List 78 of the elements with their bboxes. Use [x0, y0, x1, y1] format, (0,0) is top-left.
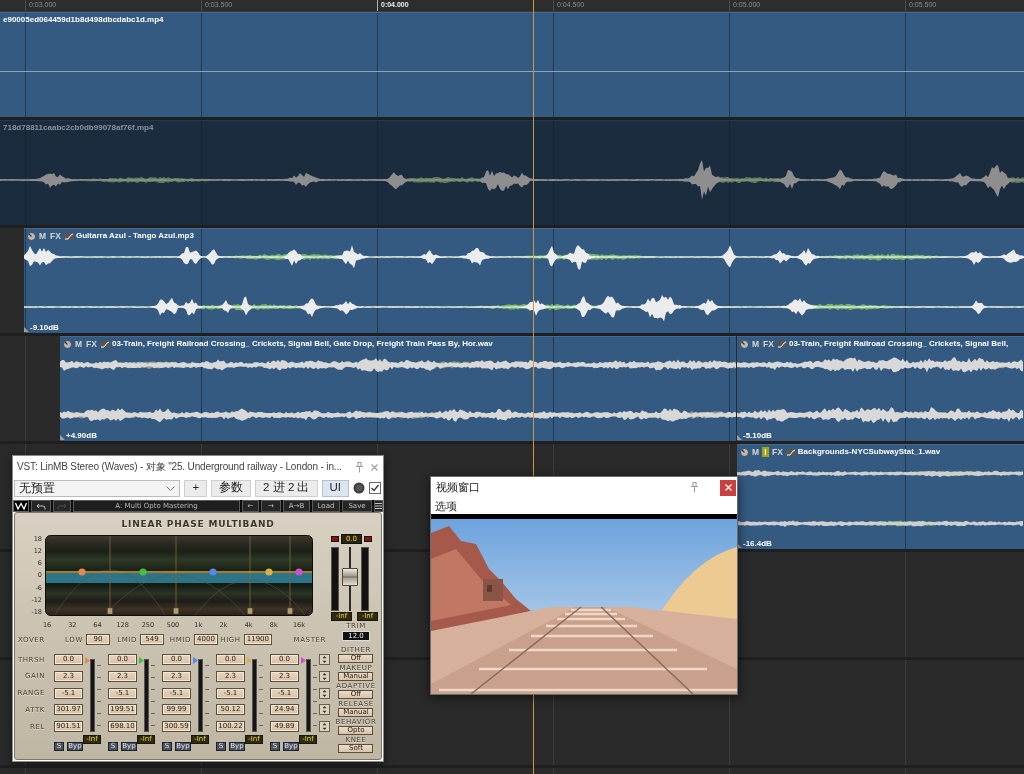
menu-icon	[375, 503, 382, 509]
fader-track[interactable]	[342, 547, 358, 611]
clip-indicator-icon	[331, 536, 339, 542]
crossover-handle[interactable]	[287, 607, 293, 615]
clip-title: Guitarra Azul - Tango Azul.mp3	[75, 231, 194, 241]
clip-title: Backgrounds-NYCSubwayStat_1.wav	[797, 447, 941, 457]
threshold-marker-icon[interactable]	[139, 657, 144, 664]
window-title: 视频窗口	[436, 480, 480, 495]
volume-envelope-icon[interactable]	[99, 340, 110, 348]
undo-icon	[36, 502, 46, 510]
fader-thumb[interactable]	[342, 567, 358, 586]
volume-envelope-icon[interactable]	[785, 448, 796, 456]
clip-toggle-button[interactable]: FX	[762, 339, 775, 349]
clip-toggle-button[interactable]: FX	[85, 339, 98, 349]
volume-envelope-icon[interactable]	[63, 232, 74, 240]
stepper-icon[interactable]	[319, 721, 330, 732]
toolbar-button[interactable]: +	[184, 479, 208, 497]
gain-label: -9.10dB	[30, 323, 59, 332]
clip-title: 718d78811caabc2cb0db99078af76f.mp4	[3, 123, 154, 133]
band-handle[interactable]	[78, 568, 86, 576]
clip-toggle-button[interactable]: FX	[770, 447, 784, 457]
clip-toggle-button[interactable]: M	[751, 447, 761, 457]
level-meter	[361, 547, 369, 611]
band-handle[interactable]	[295, 568, 303, 576]
volume-envelope-icon[interactable]	[776, 340, 787, 348]
toolbar-button[interactable]: 2 进 2 出	[255, 479, 318, 497]
redo-icon	[57, 502, 67, 510]
window-title: VST: LinMB Stereo (Waves) - 对象 "25. Underground railway - London - in...	[17, 460, 342, 474]
stepper-icon[interactable]	[319, 687, 330, 699]
gain-label: -5.10dB	[743, 431, 772, 440]
pin-icon[interactable]	[355, 461, 364, 473]
threshold-marker-icon[interactable]	[247, 657, 252, 664]
audio-clip[interactable]: M ! FX Backgrounds-NYCSubwayStat_1.wav -16.4dB	[737, 444, 1024, 549]
audio-clip[interactable]: M FX Guitarra Azul - Tango Azul.mp3 -9.10dB	[24, 228, 1024, 333]
menu-item[interactable]: 选项	[435, 498, 457, 514]
video-clip[interactable]: e90005ed064459d1b8d498dbcdabc1d.mp4	[0, 12, 1024, 117]
threshold-marker-icon[interactable]	[193, 657, 198, 664]
dial-icon[interactable]	[353, 482, 365, 494]
crossover-handle[interactable]	[247, 607, 253, 615]
clip-toggle-button[interactable]: FX	[49, 231, 62, 241]
threshold-marker-icon[interactable]	[85, 657, 90, 664]
fade-handle-icon[interactable]	[60, 435, 65, 440]
stepper-icon[interactable]	[319, 670, 330, 682]
clip-title: e90005ed064459d1b8d498dbcdabc1d.mp4	[3, 15, 164, 25]
toolbar-button[interactable]: UI	[321, 479, 349, 497]
plugin-title: LINEAR PHASE MULTIBAND	[121, 518, 275, 529]
clip-toggle-button[interactable]: M	[751, 339, 761, 349]
stepper-icon[interactable]	[319, 654, 330, 665]
stepper-icon[interactable]	[319, 704, 330, 716]
toolbar-button[interactable]: 参数	[211, 479, 252, 497]
undo-button[interactable]	[31, 500, 51, 512]
band-handle[interactable]	[209, 568, 217, 576]
menu-button[interactable]	[374, 500, 383, 512]
logo-icon[interactable]	[13, 500, 29, 512]
band-handle[interactable]	[265, 568, 273, 576]
audio-clip[interactable]: M FX 03-Train, Freight Railroad Crossing_ Crickets, Signal Bell, Gate Drop, Freight Train Pass By, Hor.wav +4.90dB	[60, 336, 736, 441]
threshold-marker-icon[interactable]	[301, 657, 306, 664]
level-meter	[331, 547, 339, 611]
clip-toggle-button[interactable]: M	[38, 231, 48, 241]
clip-toggle-button[interactable]: M	[74, 339, 84, 349]
clip-indicator-icon	[364, 536, 372, 542]
close-button[interactable]	[720, 479, 736, 496]
crossover-handle[interactable]	[173, 607, 179, 615]
close-icon	[370, 463, 378, 471]
pin-icon[interactable]	[690, 482, 699, 493]
checkbox[interactable]	[369, 482, 381, 494]
close-icon	[724, 484, 732, 491]
gain-label: +4.90dB	[66, 431, 97, 440]
chevron-down-icon	[166, 485, 176, 491]
gain-label: -16.4dB	[743, 539, 772, 548]
clip-title: 03-Train, Freight Railroad Crossing_ Crickets, Signal Bell,	[788, 339, 1009, 349]
crossover-handle[interactable]	[107, 607, 113, 615]
clip-title: 03-Train, Freight Railroad Crossing_ Crickets, Signal Bell, Gate Drop, Freight Train Pass By, Hor.wav	[111, 339, 493, 349]
preset-dropdown[interactable]: 无预置	[14, 479, 181, 497]
band-handle[interactable]	[139, 568, 147, 576]
fade-handle-icon[interactable]	[24, 327, 29, 332]
fade-handle-icon[interactable]	[737, 435, 742, 440]
audio-clip[interactable]: M FX 03-Train, Freight Railroad Crossing_ Crickets, Signal Bell, -5.10dB	[737, 336, 1024, 441]
